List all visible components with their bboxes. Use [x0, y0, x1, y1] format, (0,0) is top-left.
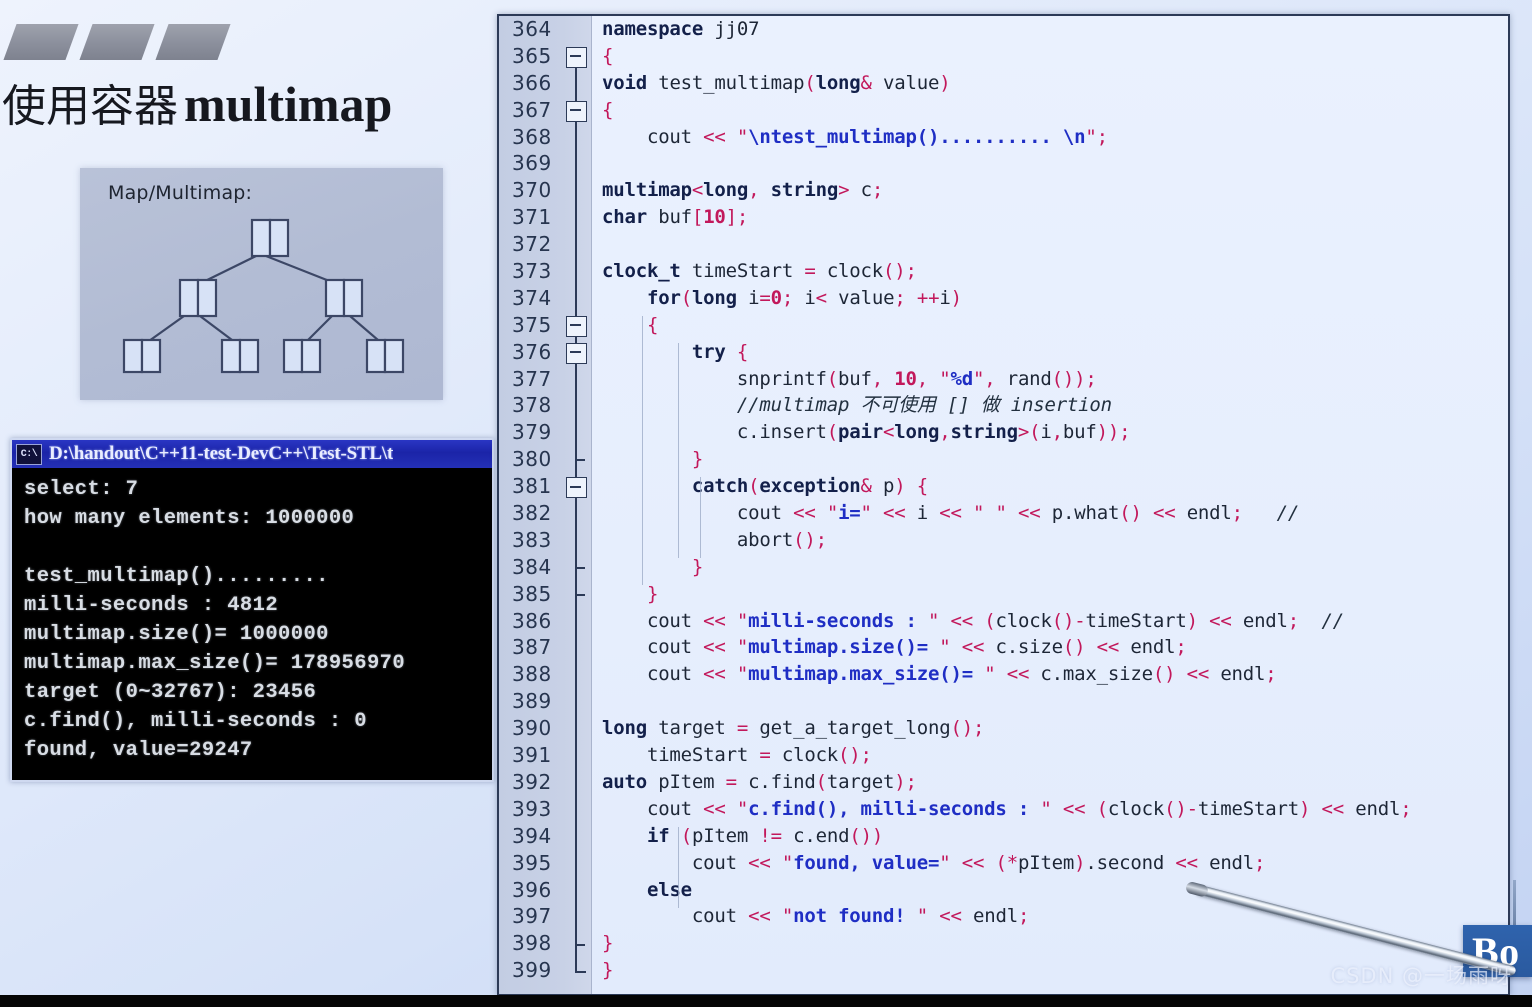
code-line[interactable]: }	[602, 554, 1508, 581]
console-titlebar[interactable]: C:\ D:\handout\C++11-test-DevC++\Test-ST…	[12, 440, 492, 468]
fold-tick	[575, 459, 585, 462]
code-line[interactable]: try {	[602, 339, 1508, 366]
code-line[interactable]: void test_multimap(long& value)	[602, 70, 1508, 97]
cmd-icon: C:\	[16, 443, 42, 465]
code-line[interactable]: timeStart = clock();	[602, 742, 1508, 769]
code-line[interactable]: cout << "milli-seconds : " << (clock()-t…	[602, 608, 1508, 635]
code-line[interactable]: snprintf(buf, 10, "%d", rand());	[602, 366, 1508, 393]
console-line: multimap.size()= 1000000	[24, 623, 329, 646]
slide-title-en: multimap	[184, 76, 393, 132]
code-line[interactable]: auto pItem = c.find(target);	[602, 769, 1508, 796]
fold-toggle-icon[interactable]	[566, 46, 587, 68]
code-line[interactable]: cout << "found, value=" << (*pItem).seco…	[602, 850, 1508, 877]
code-line[interactable]: {	[602, 43, 1508, 70]
console-output: select: 7 how many elements: 1000000 test_…	[12, 468, 492, 765]
fold-end-marker	[575, 970, 586, 973]
code-line[interactable]: cout << "\ntest_multimap().......... \n"…	[602, 124, 1508, 151]
line-number-gutter: 364 365 366 367 368 369 370 371 372 373 374 375 376 3…	[499, 16, 592, 994]
code-line[interactable]: clock_t timeStart = clock();	[602, 258, 1508, 285]
console-line: target (0~32767): 23456	[24, 681, 317, 704]
code-folding-column[interactable]	[563, 16, 591, 994]
code-line[interactable]: multimap<long, string> c;	[602, 177, 1508, 204]
slide-title: 使用容器 multimap	[2, 74, 472, 136]
code-line[interactable]: char buf[10];	[602, 204, 1508, 231]
fold-tick	[575, 567, 585, 569]
console-window[interactable]: C:\ D:\handout\C++11-test-DevC++\Test-ST…	[10, 438, 494, 782]
console-line: select: 7	[24, 478, 139, 501]
presentation-slide: 使用容器 multimap Map/Multimap: C:\ D:\hando…	[0, 0, 500, 995]
code-line[interactable]: cout << "multimap.max_size()= " << c.max…	[602, 661, 1508, 688]
code-line[interactable]	[602, 231, 1508, 258]
code-line[interactable]: }	[602, 446, 1508, 473]
code-line[interactable]: }	[602, 581, 1508, 608]
code-line[interactable]: long target = get_a_target_long();	[602, 715, 1508, 742]
console-line: c.find(), milli-seconds : 0	[24, 710, 367, 733]
console-title: D:\handout\C++11-test-DevC++\Test-STL\t	[49, 443, 394, 464]
code-line[interactable]: cout << "not found! " << endl;	[602, 903, 1508, 930]
fold-toggle-icon[interactable]	[566, 477, 587, 499]
indent-guide	[678, 827, 679, 908]
csdn-watermark: CSDN @一场雨呀	[1330, 964, 1512, 988]
map-multimap-diagram: Map/Multimap:	[80, 168, 443, 400]
slide-title-cn: 使用容器	[2, 81, 178, 132]
decoration-bar-2	[79, 24, 155, 60]
bottom-black-band	[0, 995, 1532, 1007]
fold-toggle-icon[interactable]	[566, 100, 587, 122]
slide-decoration-bars	[3, 24, 231, 60]
fold-guide-line	[575, 55, 577, 972]
console-line: multimap.max_size()= 178956970	[24, 652, 406, 675]
console-line: how many elements: 1000000	[24, 507, 355, 530]
console-line: milli-seconds : 4812	[24, 594, 279, 617]
code-line[interactable]: cout << "multimap.size()= " << c.size() …	[602, 634, 1508, 661]
code-line[interactable]: abort();	[602, 527, 1508, 554]
code-line[interactable]: cout << "i=" << i << " " << p.what() << …	[602, 500, 1508, 527]
fold-tick	[575, 593, 585, 596]
code-line[interactable]: //multimap 不可使用 [] 做 insertion	[602, 392, 1508, 419]
code-line[interactable]: cout << "c.find(), milli-seconds : " << …	[602, 796, 1508, 823]
indent-guide	[678, 342, 679, 558]
code-line[interactable]: catch(exception& p) {	[602, 473, 1508, 500]
indent-guide	[700, 477, 701, 558]
code-line[interactable]: namespace jj07	[602, 16, 1508, 43]
code-line[interactable]: {	[602, 312, 1508, 339]
code-line[interactable]: c.insert(pair<long,string>(i,buf));	[602, 419, 1508, 446]
decoration-bar-3	[155, 24, 231, 60]
badge-pole	[1513, 880, 1516, 928]
binary-tree-svg	[122, 218, 405, 374]
fold-toggle-icon[interactable]	[566, 315, 587, 337]
console-line: test_multimap().........	[24, 565, 329, 588]
code-line[interactable]	[602, 688, 1508, 715]
code-editor[interactable]: 364 365 366 367 368 369 370 371 372 373 374 375 376 3…	[497, 14, 1510, 996]
code-line[interactable]: if (pItem != c.end())	[602, 823, 1508, 850]
decoration-bar-1	[3, 24, 79, 60]
code-line[interactable]: else	[602, 877, 1508, 904]
code-line[interactable]: {	[602, 97, 1508, 124]
code-content[interactable]: namespace jj07{void test_multimap(long& …	[592, 16, 1508, 994]
code-line[interactable]	[602, 150, 1508, 177]
fold-tick	[575, 943, 585, 946]
fold-toggle-icon[interactable]	[566, 342, 587, 364]
code-line[interactable]: for(long i=0; i< value; ++i)	[602, 285, 1508, 312]
indent-guide	[642, 315, 643, 585]
console-line: found, value=29247	[24, 739, 253, 762]
